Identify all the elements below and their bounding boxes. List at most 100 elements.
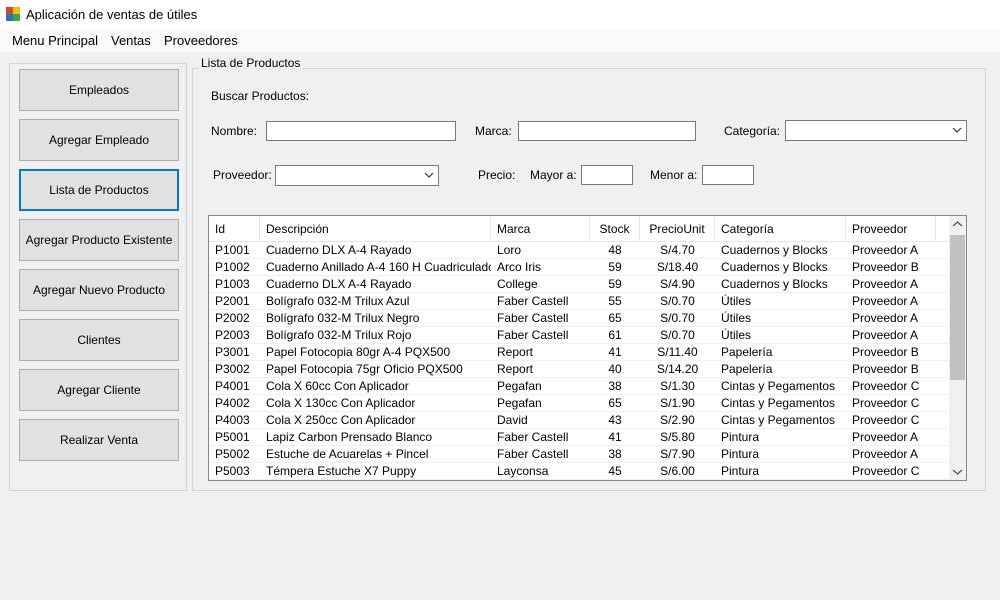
cell-categoria[interactable]: Cuadernos y Blocks bbox=[715, 259, 846, 276]
cell-marca[interactable]: Faber Castell bbox=[491, 446, 590, 463]
cell-marca[interactable]: Arco Iris bbox=[491, 259, 590, 276]
menu-item-ventas[interactable]: Ventas bbox=[111, 33, 151, 48]
cell-id[interactable]: P1003 bbox=[209, 276, 260, 293]
cell-stock[interactable]: 55 bbox=[590, 293, 640, 310]
table-row[interactable]: P4001 Cola X 60cc Con Aplicador Pegafan 38 S… bbox=[209, 378, 949, 395]
cell-categoria[interactable]: Útiles bbox=[715, 293, 846, 310]
cell-id[interactable]: P5001 bbox=[209, 429, 260, 446]
table-row[interactable]: P1001 Cuaderno DLX A-4 Rayado Loro 48 S/4.70… bbox=[209, 242, 949, 259]
cell-proveedor[interactable]: Proveedor A bbox=[846, 276, 949, 293]
cell-id[interactable]: P1002 bbox=[209, 259, 260, 276]
cell-stock[interactable]: 59 bbox=[590, 259, 640, 276]
cell-descripcion[interactable]: Cuaderno Anillado A-4 160 H Cuadriculado bbox=[260, 259, 491, 276]
column-header-marca[interactable]: Marca bbox=[491, 216, 590, 242]
cell-preciounit[interactable]: S/7.90 bbox=[640, 446, 715, 463]
scroll-down-icon[interactable] bbox=[949, 463, 966, 480]
cell-preciounit[interactable]: S/0.70 bbox=[640, 327, 715, 344]
cell-marca[interactable]: Faber Castell bbox=[491, 327, 590, 344]
cell-categoria[interactable]: Cuadernos y Blocks bbox=[715, 242, 846, 259]
scroll-up-icon[interactable] bbox=[949, 216, 966, 233]
cell-stock[interactable]: 48 bbox=[590, 242, 640, 259]
cell-descripcion[interactable]: Cola X 60cc Con Aplicador bbox=[260, 378, 491, 395]
cell-marca[interactable]: Report bbox=[491, 361, 590, 378]
table-row[interactable]: P2002 Bolígrafo 032-M Trilux Negro Faber C… bbox=[209, 310, 949, 327]
table-row[interactable]: P2003 Bolígrafo 032-M Trilux Rojo Faber Ca… bbox=[209, 327, 949, 344]
cell-id[interactable]: P3002 bbox=[209, 361, 260, 378]
cell-categoria[interactable]: Pintura bbox=[715, 463, 846, 480]
agregar-cliente-button[interactable]: Agregar Cliente bbox=[19, 369, 179, 411]
cell-stock[interactable]: 45 bbox=[590, 463, 640, 480]
cell-proveedor[interactable]: Proveedor B bbox=[846, 344, 949, 361]
cell-descripcion[interactable]: Témpera Estuche X7 Puppy bbox=[260, 463, 491, 480]
agregar-nuevo-producto-button[interactable]: Agregar Nuevo Producto bbox=[19, 269, 179, 311]
cell-marca[interactable]: Loro bbox=[491, 242, 590, 259]
cell-descripcion[interactable]: Bolígrafo 032-M Trilux Azul bbox=[260, 293, 491, 310]
cell-marca[interactable]: Faber Castell bbox=[491, 310, 590, 327]
column-header-descripcion[interactable]: Descripción bbox=[260, 216, 491, 242]
cell-proveedor[interactable]: Proveedor A bbox=[846, 327, 949, 344]
cell-descripcion[interactable]: Estuche de Acuarelas + Pincel bbox=[260, 446, 491, 463]
realizar-venta-button[interactable]: Realizar Venta bbox=[19, 419, 179, 461]
cell-preciounit[interactable]: S/1.90 bbox=[640, 395, 715, 412]
agregar-producto-existente-button[interactable]: Agregar Producto Existente bbox=[19, 219, 179, 261]
cell-id[interactable]: P4001 bbox=[209, 378, 260, 395]
cell-categoria[interactable]: Papelería bbox=[715, 344, 846, 361]
cell-categoria[interactable]: Útiles bbox=[715, 327, 846, 344]
cell-id[interactable]: P4003 bbox=[209, 412, 260, 429]
cell-preciounit[interactable]: S/11.40 bbox=[640, 344, 715, 361]
cell-id[interactable]: P5003 bbox=[209, 463, 260, 480]
column-header-id[interactable]: Id bbox=[209, 216, 260, 242]
column-header-proveedor[interactable]: Proveedor bbox=[846, 216, 936, 242]
cell-proveedor[interactable]: Proveedor A bbox=[846, 429, 949, 446]
cell-stock[interactable]: 38 bbox=[590, 378, 640, 395]
cell-id[interactable]: P2003 bbox=[209, 327, 260, 344]
cell-proveedor[interactable]: Proveedor C bbox=[846, 378, 949, 395]
cell-categoria[interactable]: Cintas y Pegamentos bbox=[715, 378, 846, 395]
cell-descripcion[interactable]: Cola X 250cc Con Aplicador bbox=[260, 412, 491, 429]
cell-proveedor[interactable]: Proveedor B bbox=[846, 259, 949, 276]
cell-categoria[interactable]: Útiles bbox=[715, 310, 846, 327]
column-header-preciounit[interactable]: PrecioUnit bbox=[640, 216, 715, 242]
cell-descripcion[interactable]: Lapiz Carbon Prensado Blanco bbox=[260, 429, 491, 446]
cell-marca[interactable]: Report bbox=[491, 344, 590, 361]
cell-proveedor[interactable]: Proveedor C bbox=[846, 395, 949, 412]
cell-preciounit[interactable]: S/1.30 bbox=[640, 378, 715, 395]
cell-proveedor[interactable]: Proveedor C bbox=[846, 463, 949, 480]
cell-preciounit[interactable]: S/6.00 bbox=[640, 463, 715, 480]
cell-preciounit[interactable]: S/5.80 bbox=[640, 429, 715, 446]
empleados-button[interactable]: Empleados bbox=[19, 69, 179, 111]
cell-stock[interactable]: 38 bbox=[590, 446, 640, 463]
column-header-categoria[interactable]: Categoría bbox=[715, 216, 846, 242]
cell-marca[interactable]: Faber Castell bbox=[491, 429, 590, 446]
table-row[interactable]: P5002 Estuche de Acuarelas + Pincel Faber … bbox=[209, 446, 949, 463]
cell-preciounit[interactable]: S/14.20 bbox=[640, 361, 715, 378]
cell-preciounit[interactable]: S/18.40 bbox=[640, 259, 715, 276]
table-row[interactable]: P5001 Lapiz Carbon Prensado Blanco Faber C… bbox=[209, 429, 949, 446]
table-row[interactable]: P4003 Cola X 250cc Con Aplicador David 43 S/… bbox=[209, 412, 949, 429]
vertical-scrollbar[interactable] bbox=[949, 216, 966, 480]
table-row[interactable]: P4002 Cola X 130cc Con Aplicador Pegafan 65… bbox=[209, 395, 949, 412]
cell-descripcion[interactable]: Cuaderno DLX A-4 Rayado bbox=[260, 242, 491, 259]
cell-preciounit[interactable]: S/2.90 bbox=[640, 412, 715, 429]
nombre-input[interactable] bbox=[266, 121, 456, 141]
cell-proveedor[interactable]: Proveedor C bbox=[846, 412, 949, 429]
cell-descripcion[interactable]: Cuaderno DLX A-4 Rayado bbox=[260, 276, 491, 293]
cell-marca[interactable]: David bbox=[491, 412, 590, 429]
table-row[interactable]: P1002 Cuaderno Anillado A-4 160 H Cuadric… bbox=[209, 259, 949, 276]
cell-descripcion[interactable]: Papel Fotocopia 80gr A-4 PQX500 bbox=[260, 344, 491, 361]
cell-categoria[interactable]: Cuadernos y Blocks bbox=[715, 276, 846, 293]
cell-stock[interactable]: 40 bbox=[590, 361, 640, 378]
cell-categoria[interactable]: Cintas y Pegamentos bbox=[715, 395, 846, 412]
cell-stock[interactable]: 65 bbox=[590, 310, 640, 327]
cell-descripcion[interactable]: Bolígrafo 032-M Trilux Negro bbox=[260, 310, 491, 327]
cell-stock[interactable]: 43 bbox=[590, 412, 640, 429]
cell-stock[interactable]: 65 bbox=[590, 395, 640, 412]
cell-id[interactable]: P5002 bbox=[209, 446, 260, 463]
cell-marca[interactable]: Layconsa bbox=[491, 463, 590, 480]
cell-id[interactable]: P2002 bbox=[209, 310, 260, 327]
proveedor-select[interactable] bbox=[275, 165, 439, 186]
cell-proveedor[interactable]: Proveedor A bbox=[846, 446, 949, 463]
cell-categoria[interactable]: Cintas y Pegamentos bbox=[715, 412, 846, 429]
cell-descripcion[interactable]: Bolígrafo 032-M Trilux Rojo bbox=[260, 327, 491, 344]
cell-marca[interactable]: College bbox=[491, 276, 590, 293]
